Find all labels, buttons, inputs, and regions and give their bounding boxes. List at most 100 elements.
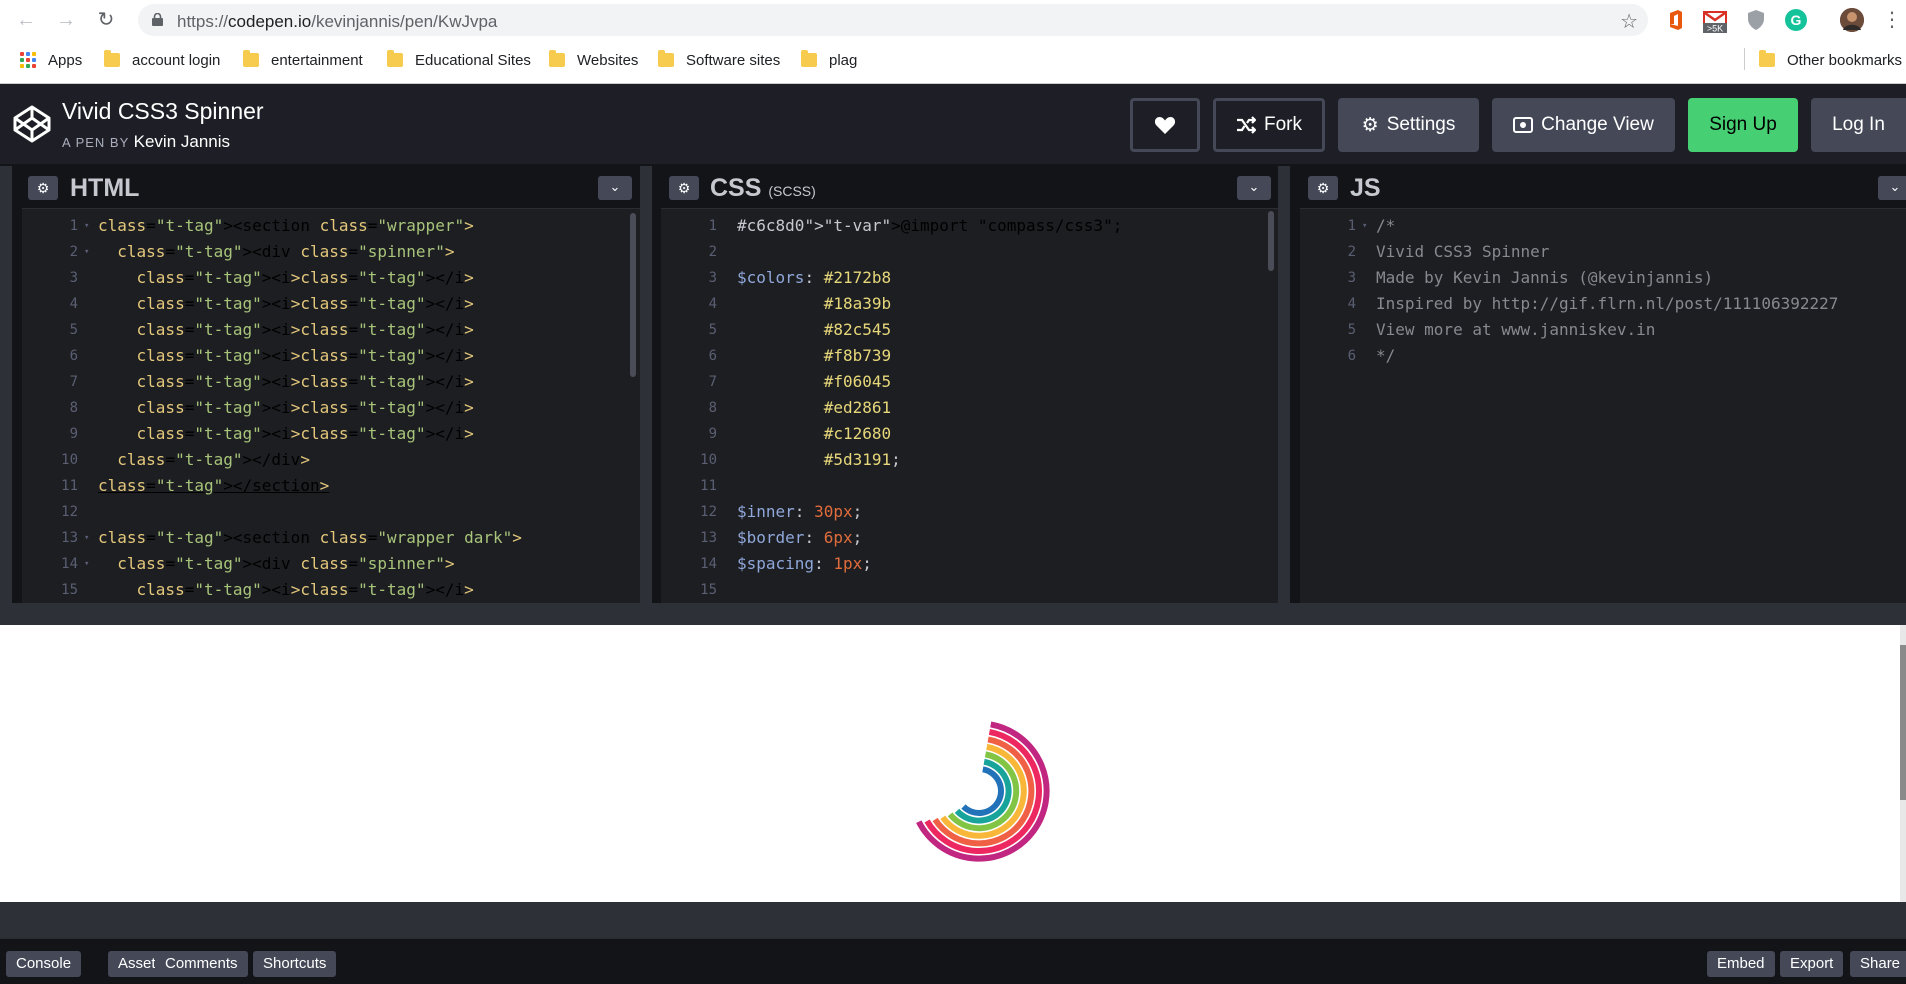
css-scrollbar[interactable] <box>1268 211 1274 271</box>
html-code[interactable]: 1 ▾ class="t-tag"><section class="wrapper"… <box>22 213 640 603</box>
code-text: class="t-tag"></div> <box>117 450 310 469</box>
line-number: 14 <box>700 556 717 572</box>
code-text: class="t-tag"><i>class="t-tag"></i> <box>136 398 474 417</box>
html-scrollbar[interactable] <box>630 213 636 377</box>
line-number: 2 <box>69 244 78 260</box>
code-text: class="t-tag"><div class="spinner"> <box>117 554 455 573</box>
other-bookmarks[interactable]: Other bookmarks <box>1759 49 1902 71</box>
code-line: 7 class="t-tag"><i>class="t-tag"></i> <box>22 369 640 395</box>
code-text: class="t-tag"><i>class="t-tag"></i> <box>136 346 474 365</box>
fold-arrow-icon[interactable]: ▾ <box>84 551 89 577</box>
forward-arrow-icon[interactable]: → <box>54 8 78 32</box>
bookmark-websites[interactable]: Websites <box>549 49 638 71</box>
css-editor-title: CSS (SCSS) <box>710 174 816 202</box>
console-button[interactable]: Console <box>6 951 82 977</box>
code-text: Inspired by http://gif.flrn.nl/post/1111… <box>1376 294 1839 313</box>
shield-extension-icon[interactable] <box>1744 8 1768 32</box>
line-number: 9 <box>69 426 78 442</box>
author-link[interactable]: Kevin Jannis <box>134 132 230 151</box>
back-arrow-icon[interactable]: ← <box>14 8 38 32</box>
bookmark-plag[interactable]: plag <box>801 49 857 71</box>
embed-button[interactable]: Embed <box>1707 951 1775 977</box>
url-text: https://codepen.io/kevinjannis/pen/KwJvp… <box>177 12 498 31</box>
bookmark-software-sites[interactable]: Software sites <box>658 49 780 71</box>
code-text: #18a39b <box>823 294 892 313</box>
js-code[interactable]: 1 ▾ /* 2 Vivid CSS3 Spinner 3 Made by Kevin Ja… <box>1300 213 1906 369</box>
editor-resizer[interactable] <box>0 166 12 603</box>
gear-icon[interactable]: ⚙ <box>669 176 699 200</box>
code-text: class="t-tag"><i>class="t-tag"></i> <box>136 320 474 339</box>
code-line: 14 ▾ class="t-tag"><div class="spinner"> <box>22 551 640 577</box>
folder-icon <box>387 50 403 67</box>
code-line: 6 class="t-tag"><i>class="t-tag"></i> <box>22 343 640 369</box>
change-view-button[interactable]: Change View <box>1492 98 1675 152</box>
fold-arrow-icon[interactable]: ▾ <box>84 525 89 551</box>
log-in-button[interactable]: Log In <box>1811 98 1906 152</box>
heart-button[interactable] <box>1130 98 1200 152</box>
scrollbar-thumb[interactable] <box>1900 645 1906 800</box>
code-text: #c12680 <box>823 424 892 443</box>
vivid-spinner <box>916 721 1050 862</box>
code-line: 2 <box>661 239 1278 265</box>
code-text: #5d3191; <box>823 450 901 469</box>
gmail-extension-icon[interactable]: >5K <box>1702 8 1727 34</box>
line-number: 11 <box>61 478 78 494</box>
chevron-down-icon[interactable]: ⌄ <box>598 176 632 200</box>
bookmark-educational-sites[interactable]: Educational Sites <box>387 49 531 71</box>
code-line: 1 #c6c8d0">"t-var">@import "compass/css3"… <box>661 213 1278 239</box>
code-text: $spacing: 1px; <box>737 554 872 573</box>
code-line: 8 class="t-tag"><i>class="t-tag"></i> <box>22 395 640 421</box>
code-text: $border: 6px; <box>737 528 863 547</box>
code-line: 5 #82c545 <box>661 317 1278 343</box>
code-text: #c6c8d0">"t-var">@import "compass/css3"; <box>737 216 1123 235</box>
reload-icon[interactable]: ↻ <box>94 8 118 32</box>
settings-button[interactable]: ⚙ Settings <box>1338 98 1479 152</box>
fold-arrow-icon[interactable]: ▾ <box>1362 213 1367 239</box>
fork-button[interactable]: Fork <box>1213 98 1325 152</box>
css-code[interactable]: 1 #c6c8d0">"t-var">@import "compass/css3"… <box>661 213 1278 603</box>
preview-resize-bar[interactable] <box>0 603 1906 625</box>
shortcuts-button[interactable]: Shortcuts <box>253 951 337 977</box>
js-editor-header: ⚙ JS ⌄ <box>1300 166 1906 209</box>
code-line: 4 #18a39b <box>661 291 1278 317</box>
bookmark-apps[interactable]: Apps <box>20 49 82 71</box>
code-line: 5 class="t-tag"><i>class="t-tag"></i> <box>22 317 640 343</box>
share-button[interactable]: Share <box>1850 951 1906 977</box>
sign-up-button[interactable]: Sign Up <box>1688 98 1798 152</box>
html-editor: ⚙ HTML ⌄ 1 ▾ class="t-tag"><section class=… <box>22 166 640 603</box>
grammarly-extension-icon[interactable]: G <box>1784 8 1808 32</box>
chevron-down-icon[interactable]: ⌄ <box>1878 176 1906 200</box>
editor-resizer[interactable] <box>1278 166 1290 603</box>
codepen-logo-icon[interactable] <box>12 104 52 144</box>
bookmark-entertainment[interactable]: entertainment <box>243 49 363 71</box>
line-number: 10 <box>700 452 717 468</box>
menu-dots-icon[interactable]: ⋮ <box>1882 8 1902 32</box>
code-text: #f06045 <box>823 372 892 391</box>
line-number: 9 <box>708 426 717 442</box>
bookmark-star-icon[interactable]: ☆ <box>1620 9 1638 34</box>
code-text: #f8b739 <box>823 346 892 365</box>
fold-arrow-icon[interactable]: ▾ <box>84 239 89 265</box>
bookmarks-divider <box>1744 48 1745 70</box>
profile-avatar[interactable] <box>1840 8 1864 32</box>
folder-icon <box>243 50 259 67</box>
line-number: 5 <box>69 322 78 338</box>
export-button[interactable]: Export <box>1780 951 1844 977</box>
line-number: 13 <box>61 530 78 546</box>
bookmark-account-login[interactable]: account login <box>104 49 220 71</box>
line-number: 13 <box>700 530 717 546</box>
preview-scrollbar[interactable] <box>1900 625 1906 902</box>
code-text: class="t-tag"><i>class="t-tag"></i> <box>136 372 474 391</box>
fold-arrow-icon[interactable]: ▾ <box>84 213 89 239</box>
gear-icon[interactable]: ⚙ <box>28 176 58 200</box>
js-editor: ⚙ JS ⌄ 1 ▾ /* 2 Vivid CSS3 Spinner 3 Made by K… <box>1300 166 1906 603</box>
comments-button[interactable]: Comments <box>155 951 248 977</box>
editor-resizer[interactable] <box>640 166 652 603</box>
code-text: class="t-tag"><section class="wrapper da… <box>98 528 522 547</box>
address-bar[interactable]: https://codepen.io/kevinjannis/pen/KwJvp… <box>138 4 1648 36</box>
chevron-down-icon[interactable]: ⌄ <box>1237 176 1271 200</box>
gear-icon[interactable]: ⚙ <box>1308 176 1338 200</box>
office-extension-icon[interactable] <box>1664 8 1688 32</box>
line-number: 2 <box>1347 244 1356 260</box>
code-line: 13 $border: 6px; <box>661 525 1278 551</box>
